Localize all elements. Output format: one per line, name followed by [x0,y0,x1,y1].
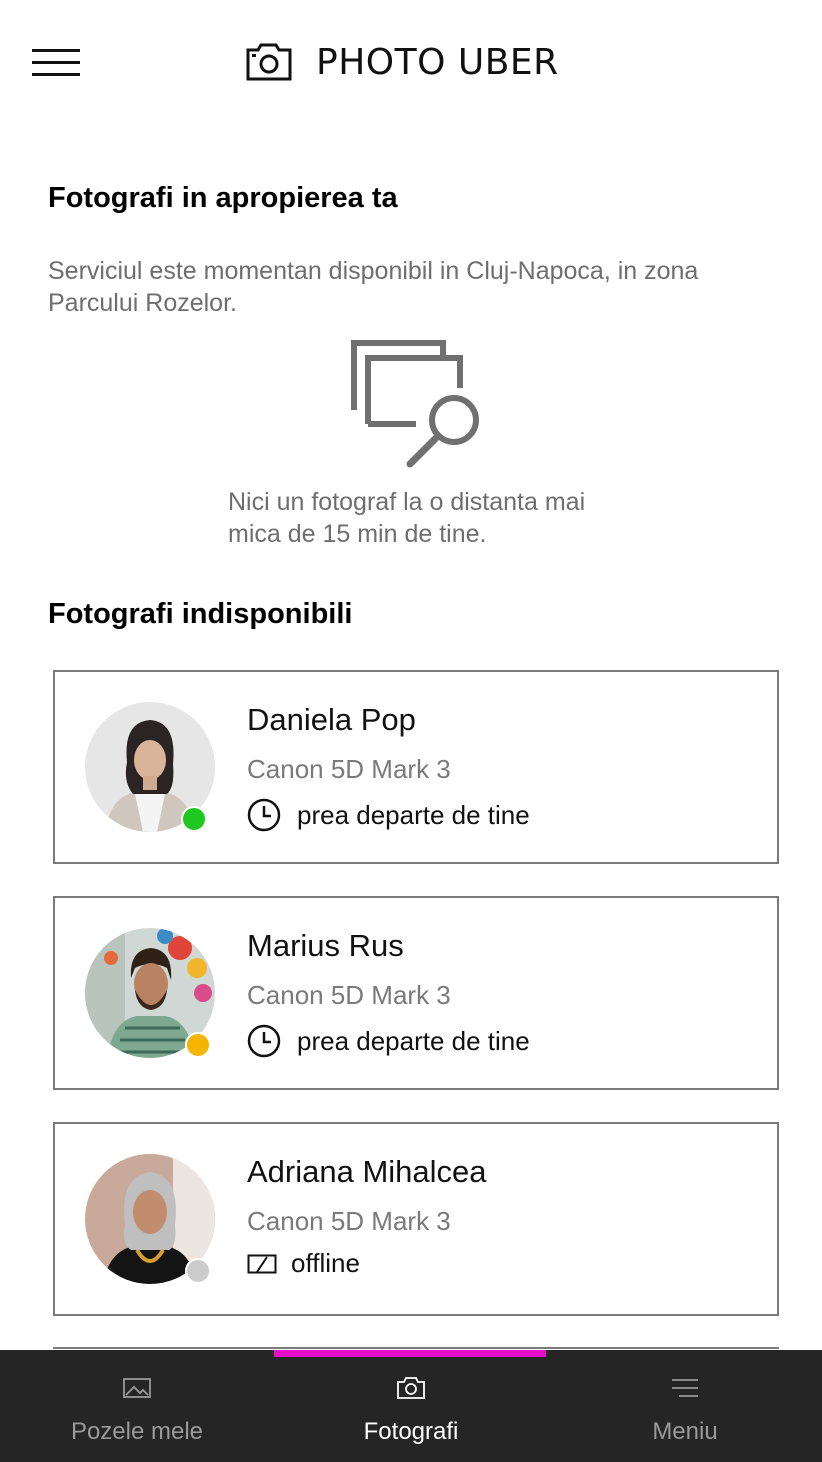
status-text: prea departe de tine [297,799,530,830]
status-text: prea departe de tine [297,1025,530,1056]
nearby-section-title: Fotografi in apropierea ta [48,182,398,214]
photographer-card[interactable]: Daniela Pop Canon 5D Mark 3 prea departe… [53,670,779,864]
photographer-camera: Canon 5D Mark 3 [247,980,451,1010]
photo-search-icon [351,340,479,468]
status-dot-online [181,806,207,832]
status-text: offline [291,1248,360,1278]
camera-icon [246,43,292,81]
tab-label: Fotografi [363,1418,459,1445]
photographer-card[interactable]: Marius Rus Canon 5D Mark 3 prea departe … [53,896,779,1090]
service-availability-text: Serviciul este momentan disponibil in Cl… [48,257,699,317]
tablet-offline-icon [247,1254,277,1273]
camera-icon [397,1377,425,1399]
unavailable-section-title: Fotografi indisponibili [48,598,353,630]
status-dot-offline [185,1258,211,1284]
tab-pozele-mele[interactable]: Pozele mele [0,1350,274,1462]
app-header: PHOTO UBER [0,0,822,125]
tab-label: Pozele mele [70,1418,204,1445]
photographer-name: Marius Rus [247,928,404,963]
photographer-status: prea departe de tine [247,798,530,832]
no-photographers-message: Nici un fotograf la o distanta mai mica … [228,488,586,548]
app-brand: PHOTO UBER [246,38,559,86]
tab-label: Meniu [652,1418,718,1445]
photographer-name: Adriana Mihalcea [247,1154,487,1189]
clock-icon [247,798,281,832]
photographer-status: offline [247,1248,360,1279]
tab-fotografi[interactable]: Fotografi [274,1350,548,1462]
photographer-status: prea departe de tine [247,1024,530,1058]
clock-icon [247,1024,281,1058]
hamburger-icon[interactable] [32,49,80,77]
photographer-camera: Canon 5D Mark 3 [247,1206,451,1236]
menu-lines-icon [672,1379,698,1397]
tab-meniu[interactable]: Meniu [548,1350,822,1462]
photographer-name: Daniela Pop [247,702,416,737]
image-icon [123,1378,151,1398]
status-dot-away [185,1032,211,1058]
app-title: PHOTO UBER [316,41,559,83]
bottom-navigation: Pozele mele Fotografi Meniu [0,1350,822,1462]
photographer-card[interactable]: Adriana Mihalcea Canon 5D Mark 3 offline [53,1122,779,1316]
photographer-camera: Canon 5D Mark 3 [247,754,451,784]
